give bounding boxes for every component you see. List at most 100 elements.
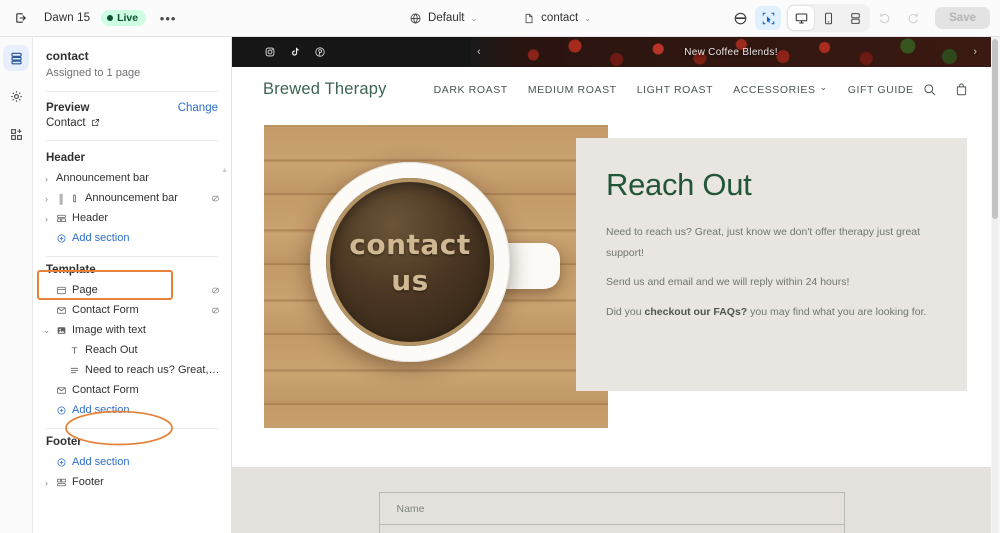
- nav-link-light-roast[interactable]: LIGHT ROAST: [637, 84, 713, 96]
- mobile-icon[interactable]: [815, 6, 841, 30]
- tree-row-label: Announcement bar: [56, 173, 149, 185]
- theme-settings-icon[interactable]: [727, 6, 753, 30]
- carousel-prev-button[interactable]: ‹: [477, 46, 481, 58]
- tree-row[interactable]: ⌄ Image with text: [33, 321, 231, 341]
- preview-canvas: ‹ New Coffee Blends! › Brewed Therapy DA…: [232, 37, 991, 533]
- tree-row-label: Footer: [72, 477, 104, 489]
- scroll-hint-icon: ▲: [221, 167, 228, 174]
- form-field-email[interactable]: Email *: [378, 525, 845, 533]
- chevron-down-icon: ⌄: [819, 82, 828, 92]
- section-heading: Reach Out: [606, 167, 752, 202]
- nav-link-medium-roast[interactable]: MEDIUM ROAST: [528, 84, 617, 96]
- nav-link-label: LIGHT ROAST: [636, 83, 714, 96]
- chevron-down-icon: ⌄: [470, 13, 478, 23]
- tree-row-label: Add section: [72, 457, 130, 469]
- locale-selector[interactable]: Default ⌄: [403, 9, 483, 28]
- add-section-button[interactable]: Add section: [33, 453, 231, 473]
- nav-link-gift-guide[interactable]: GIFT GUIDE: [848, 84, 914, 96]
- save-button[interactable]: Save: [935, 7, 990, 29]
- chevron-right-icon[interactable]: ›: [40, 194, 53, 204]
- tree-row-label: Add section: [72, 233, 130, 245]
- add-section-button[interactable]: Add section: [33, 229, 231, 249]
- image-with-text-section: contact us Reach Out Need to reach us? G…: [232, 112, 991, 445]
- undo-button[interactable]: [872, 6, 898, 30]
- chevron-right-icon[interactable]: ›: [40, 478, 53, 488]
- theme-settings-gear-icon[interactable]: [3, 83, 29, 109]
- sections-sidebar: contact Assigned to 1 page Preview Chang…: [33, 37, 232, 533]
- exit-editor-button[interactable]: [9, 6, 33, 30]
- form-field-name[interactable]: Name: [378, 492, 845, 525]
- carousel-next-button[interactable]: ›: [973, 46, 977, 58]
- page-label: contact: [541, 12, 579, 24]
- tree-row[interactable]: › Footer: [33, 473, 231, 493]
- text-block-icon: [66, 365, 82, 376]
- tree-row-label: Image with text: [72, 325, 146, 337]
- store-logo[interactable]: Brewed Therapy: [263, 80, 387, 99]
- preview-page-label: Contact: [46, 116, 86, 129]
- add-section-button[interactable]: Add section: [33, 401, 231, 421]
- chevron-right-icon[interactable]: ›: [40, 174, 53, 184]
- fullscreen-icon[interactable]: [842, 6, 868, 30]
- coffee-mug: contact us: [310, 162, 510, 362]
- nav-link-accessories[interactable]: ACCESSORIES ⌄: [733, 82, 828, 96]
- tree-row[interactable]: Contact Form: [33, 381, 231, 401]
- undo-icon: [880, 13, 890, 24]
- tree-group-label-header: Header: [46, 151, 85, 164]
- cart-icon[interactable]: [954, 82, 969, 97]
- tree-row[interactable]: › Header: [33, 209, 231, 229]
- add-circle-icon: [53, 233, 69, 244]
- instagram-icon[interactable]: [264, 46, 276, 58]
- tiktok-icon[interactable]: [289, 46, 301, 58]
- main-navigation: DARK ROAST MEDIUM ROAST LIGHT ROAST ACCESSO…: [434, 82, 914, 96]
- inspector-icon[interactable]: [755, 6, 782, 30]
- preview-scrollbar-thumb[interactable]: [992, 39, 998, 219]
- sections-icon[interactable]: [3, 45, 29, 71]
- globe-icon: [410, 12, 421, 24]
- hidden-eye-icon[interactable]: [210, 305, 221, 316]
- coffee-surface: contact us: [326, 178, 494, 346]
- apps-icon[interactable]: [3, 121, 29, 147]
- section-paragraphs: Need to reach us? Great, just know we do…: [606, 222, 933, 322]
- sidebar-template-subtitle: Assigned to 1 page: [46, 67, 141, 80]
- hidden-eye-icon[interactable]: [210, 193, 221, 204]
- faq-link[interactable]: checkout our FAQs?: [645, 306, 748, 318]
- preview-page-link[interactable]: Contact: [46, 117, 218, 129]
- tree-row[interactable]: › Announcement bar: [33, 169, 231, 189]
- tree-row[interactable]: Page: [33, 281, 231, 301]
- search-icon[interactable]: [922, 82, 937, 97]
- announcement-icon: [66, 193, 82, 204]
- drag-handle-icon[interactable]: ▐: [53, 194, 66, 204]
- tree-row[interactable]: Need to reach us? Great, just kn...: [33, 361, 231, 381]
- site-header: Brewed Therapy DARK ROAST MEDIUM ROAST LIG…: [232, 67, 991, 112]
- contact-us-coffee-image: contact us: [264, 125, 608, 428]
- redo-button[interactable]: [900, 6, 926, 30]
- nav-link-label: DARK ROAST: [433, 83, 508, 96]
- image-with-text-card: Reach Out Need to reach us? Great, just …: [576, 138, 967, 391]
- top-bar: Dawn 15 Live ••• Default ⌄ contact ⌄ Sav…: [0, 0, 1000, 37]
- store-preview: ‹ New Coffee Blends! › Brewed Therapy DA…: [232, 37, 1000, 533]
- tree-row[interactable]: › ▐ Announcement bar: [33, 189, 231, 209]
- locale-label: Default: [428, 12, 465, 24]
- pinterest-icon[interactable]: [314, 46, 326, 58]
- tree-row[interactable]: Reach Out: [33, 341, 231, 361]
- section-paragraph: Need to reach us? Great, just know we do…: [606, 226, 921, 259]
- top-bar-left: Dawn 15 Live •••: [0, 6, 179, 30]
- contact-form-icon: [53, 305, 69, 316]
- contact-form-fields: NameEmail *: [232, 492, 991, 533]
- more-actions-button[interactable]: •••: [157, 7, 179, 29]
- redo-icon: [908, 13, 919, 24]
- chevron-down-icon[interactable]: ⌄: [40, 325, 53, 336]
- nav-link-label: GIFT GUIDE: [847, 83, 914, 96]
- tree-row-label: Contact Form: [72, 385, 139, 397]
- desktop-icon[interactable]: [788, 6, 815, 30]
- hidden-eye-icon[interactable]: [210, 285, 221, 296]
- chevron-right-icon[interactable]: ›: [40, 214, 53, 224]
- nav-link-dark-roast[interactable]: DARK ROAST: [434, 84, 508, 96]
- header-icons: [922, 82, 969, 97]
- page-selector[interactable]: contact ⌄: [517, 9, 597, 28]
- section-tree: Header › Announcement bar › ▐ Announcement ba…: [33, 141, 231, 493]
- preview-block: Preview Change Contact: [33, 92, 231, 140]
- tree-row[interactable]: Contact Form: [33, 301, 231, 321]
- tree-row-label: Header: [72, 213, 109, 225]
- change-preview-link[interactable]: Change: [178, 102, 218, 114]
